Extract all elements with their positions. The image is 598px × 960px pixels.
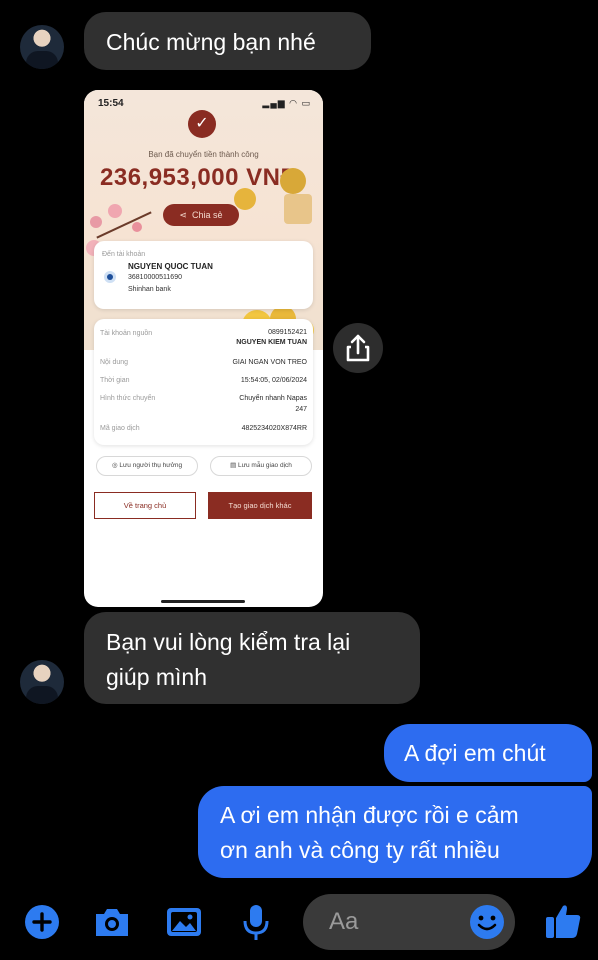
- transfer-amount: 236,953,000 VNĐ: [100, 164, 299, 191]
- outgoing-message[interactable]: A ơi em nhận được rồi e cảm ơn anh và cô…: [198, 786, 592, 878]
- content-value: GIAI NGAN VON TREO: [232, 359, 307, 366]
- save-recipient-label: Lưu người thụ hưởng: [119, 462, 183, 469]
- plus-icon: [25, 905, 59, 939]
- camera-icon: [96, 909, 128, 936]
- sender-avatar[interactable]: [20, 25, 64, 69]
- home-indicator: [161, 600, 245, 603]
- success-text: Bạn đã chuyển tiền thành công: [148, 150, 259, 159]
- recipient-bank: Shinhan bank: [128, 286, 171, 293]
- template-icon: ▤: [230, 462, 237, 469]
- message-text-line-1: Bạn vui lòng kiểm tra lại: [106, 629, 351, 655]
- forward-button[interactable]: [333, 323, 383, 373]
- home-button[interactable]: Về trang chủ: [94, 492, 196, 519]
- source-name: NGUYEN KIEM TUAN: [236, 339, 307, 346]
- microphone-icon: [243, 905, 269, 940]
- message-text: A đợi em chút: [404, 740, 546, 766]
- incoming-message[interactable]: Bạn vui lòng kiểm tra lại giúp mình: [84, 612, 420, 704]
- camera-button[interactable]: [90, 900, 134, 944]
- thumbs-up-icon: [546, 905, 581, 938]
- source-account: 0899152421: [268, 329, 307, 336]
- source-label: Tài khoản nguồn: [100, 330, 153, 337]
- method-value: Chuyển nhanh Napas: [239, 395, 307, 402]
- share-upload-icon: [346, 334, 370, 362]
- gallery-button[interactable]: [162, 900, 206, 944]
- like-button[interactable]: [542, 898, 586, 942]
- time-value: 15:54:05, 02/06/2024: [240, 377, 307, 384]
- new-transaction-label: Tạo giao dịch khác: [228, 501, 292, 510]
- save-template-button[interactable]: ▤ Lưu mẫu giao dịch: [210, 456, 312, 476]
- sender-avatar[interactable]: [20, 660, 64, 704]
- bank-logo-icon: [104, 271, 116, 283]
- voice-button[interactable]: [234, 900, 278, 944]
- outgoing-message[interactable]: A đợi em chút: [384, 724, 592, 782]
- content-label: Nội dung: [100, 359, 129, 366]
- status-time: 15:54: [98, 98, 124, 109]
- time-label: Thời gian: [100, 377, 130, 384]
- image-icon: [167, 908, 201, 936]
- message-text-line-2: ơn anh và công ty rất nhiều: [220, 837, 500, 863]
- message-text: Chúc mừng bạn nhé: [106, 29, 316, 55]
- message-input-placeholder: Aa: [329, 908, 359, 935]
- code-value: 4825234020X874RR: [241, 425, 307, 432]
- add-button[interactable]: [20, 900, 64, 944]
- code-label: Mã giao dịch: [100, 425, 140, 432]
- message-text-line-1: A ơi em nhận được rồi e cảm: [220, 802, 519, 828]
- share-button[interactable]: ⋖ Chia sẻ: [163, 204, 239, 226]
- recipient-name: NGUYEN QUOC TUAN: [128, 262, 213, 271]
- incoming-message[interactable]: Chúc mừng bạn nhé: [84, 12, 371, 70]
- method-value-2: 247: [295, 406, 307, 413]
- message-text-line-2: giúp mình: [106, 664, 208, 690]
- share-label: Chia sẻ: [192, 210, 223, 220]
- recipient-account: 36810000511690: [128, 274, 182, 281]
- shared-image[interactable]: 15:54 ▂▄▆ ◠ ▭ ✓ Bạn đã chuyển tiền thành…: [84, 90, 323, 607]
- recipient-label: Đến tài khoản: [102, 251, 146, 258]
- new-transaction-button[interactable]: Tạo giao dịch khác: [208, 492, 312, 519]
- share-icon: ⋖: [179, 210, 187, 220]
- save-recipient-button[interactable]: ◎ Lưu người thụ hưởng: [96, 456, 198, 476]
- emoji-button[interactable]: [467, 902, 507, 942]
- home-button-label: Về trang chủ: [123, 501, 167, 510]
- bee-mascot-icon: [280, 168, 306, 194]
- user-icon: ◎: [111, 462, 118, 469]
- success-check-icon: ✓: [188, 110, 216, 138]
- transaction-details-card: Tài khoản nguồn 0899152421 NGUYEN KIEM T…: [94, 319, 313, 445]
- recipient-card: Đến tài khoản NGUYEN QUOC TUAN 368100005…: [94, 241, 313, 309]
- smiley-icon: [470, 905, 504, 939]
- save-template-label: Lưu mẫu giao dịch: [238, 462, 292, 469]
- method-label: Hình thức chuyển: [100, 395, 156, 402]
- status-icons: ▂▄▆ ◠ ▭: [262, 98, 311, 108]
